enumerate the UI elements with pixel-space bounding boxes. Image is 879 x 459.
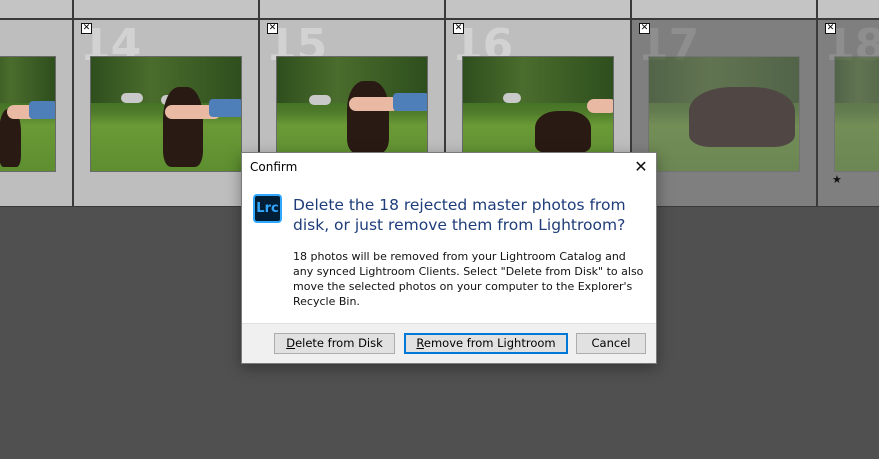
reject-flag-icon[interactable]: ✕ [267,23,278,34]
photo-thumbnail[interactable] [834,56,879,172]
filmstrip-top-cell [0,0,72,18]
photo-thumbnail[interactable] [648,56,800,172]
thumbnail-cell[interactable] [0,20,72,206]
accelerator-key: R [416,336,424,350]
star-rating-icon: ★ [832,174,842,186]
dialog-message: 18 photos will be removed from your Ligh… [293,250,644,308]
close-icon[interactable]: ✕ [626,153,656,181]
reject-flag-icon[interactable]: ✕ [825,23,836,34]
thumbnail-cell[interactable]: 14 ✕ [74,20,258,206]
filmstrip-top-cell [74,0,258,18]
filmstrip-top-cell [260,0,444,18]
filmstrip-top-cell [632,0,816,18]
dialog-button-bar: Delete from Disk Remove from Lightroom C… [242,323,656,363]
thumbnail-cell[interactable]: 17 ✕ [632,20,816,206]
button-label: emove from Lightroom [423,336,556,350]
thumbnail-cell[interactable]: 18 ✕ ★ [818,20,879,206]
accelerator-key: D [286,336,296,350]
dialog-titlebar[interactable]: Confirm ✕ [242,153,656,181]
delete-from-disk-button[interactable]: Delete from Disk [274,333,395,354]
photo-thumbnail[interactable] [0,56,56,172]
filmstrip-top-cell [818,0,879,18]
reject-flag-icon[interactable]: ✕ [81,23,92,34]
remove-from-lightroom-button[interactable]: Remove from Lightroom [404,333,568,354]
confirm-dialog: Confirm ✕ Lrc Delete the 18 rejected mas… [241,152,657,364]
cancel-button[interactable]: Cancel [576,333,646,354]
reject-flag-icon[interactable]: ✕ [453,23,464,34]
reject-flag-icon[interactable]: ✕ [639,23,650,34]
dialog-title: Confirm [250,160,298,174]
dialog-heading: Delete the 18 rejected master photos fro… [293,196,626,234]
filmstrip-top-row [0,0,879,20]
button-label: elete from Disk [295,336,383,350]
lightroom-classic-icon: Lrc [253,194,282,223]
filmstrip-top-cell [446,0,630,18]
photo-thumbnail[interactable] [90,56,242,172]
